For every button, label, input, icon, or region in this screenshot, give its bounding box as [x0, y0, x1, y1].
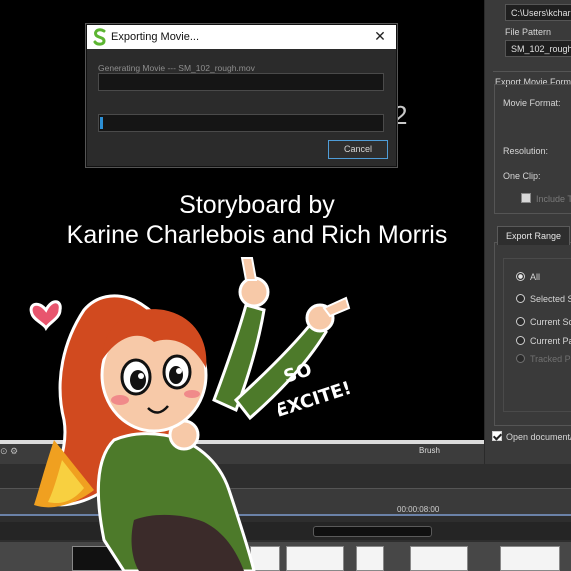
timeline-tool-icon[interactable]: ⊙ [0, 446, 8, 457]
radio-all-label: All [530, 272, 541, 282]
include-label: Include T [536, 194, 571, 204]
timecode-label: 00:00:08:00 [397, 505, 440, 514]
resolution-label: Resolution: [503, 146, 549, 156]
heart-icon [29, 300, 62, 331]
open-document-label: Open document/ [506, 432, 571, 442]
radio-all[interactable] [516, 272, 525, 281]
path-field[interactable]: C:\Users\kcharle [505, 4, 571, 21]
radio-current-scene-label: Current Sc [530, 317, 571, 327]
dialog-title: Exporting Movie... [111, 31, 200, 43]
one-clip-label: One Clip: [503, 171, 541, 181]
exporting-movie-dialog: Exporting Movie... ✕ Generating Movie --… [86, 24, 397, 167]
radio-tracked-panels-label: Tracked Pa [530, 354, 571, 364]
radio-current-panel-label: Current Pa [530, 336, 571, 346]
export-settings-panel: C:\Users\kcharle File Pattern SM_102_rou… [484, 0, 571, 480]
file-pattern-label: File Pattern [505, 27, 552, 37]
radio-selected-scenes-label: Selected S [530, 294, 571, 304]
sticker-caption: SO EXCITE! [278, 359, 354, 422]
panel-thumbnail[interactable] [410, 546, 468, 571]
radio-current-scene[interactable] [516, 317, 525, 326]
radio-current-panel[interactable] [516, 336, 525, 345]
credit-line-2: Karine Charlebois and Rich Morris [66, 221, 448, 249]
progress-bar-current [98, 114, 384, 132]
divider [493, 71, 571, 72]
open-document-checkbox[interactable] [492, 431, 502, 441]
progress-bar-overall [98, 73, 384, 91]
export-status-text: Generating Movie --- SM_102_rough.mov [98, 63, 255, 73]
current-tool-label: Brush [419, 446, 440, 455]
app-logo-icon [93, 28, 106, 46]
close-icon[interactable]: ✕ [372, 28, 388, 44]
movie-format-label: Movie Format: [503, 98, 561, 108]
credit-line-1: Storyboard by [179, 191, 335, 219]
progress-fill-current [100, 117, 103, 129]
tab-export-range[interactable]: Export Range [497, 226, 571, 245]
caption-so: SO [281, 359, 314, 388]
dialog-titlebar[interactable]: Exporting Movie... ✕ [87, 25, 396, 49]
timeline-settings-icon[interactable]: ⚙ [10, 446, 18, 457]
panel-thumbnail[interactable] [500, 546, 560, 571]
cancel-button[interactable]: Cancel [328, 140, 388, 159]
radio-selected-scenes[interactable] [516, 294, 525, 303]
include-checkbox[interactable] [521, 193, 531, 203]
file-pattern-field[interactable]: SM_102_rough [505, 40, 571, 57]
radio-tracked-panels [516, 354, 525, 363]
